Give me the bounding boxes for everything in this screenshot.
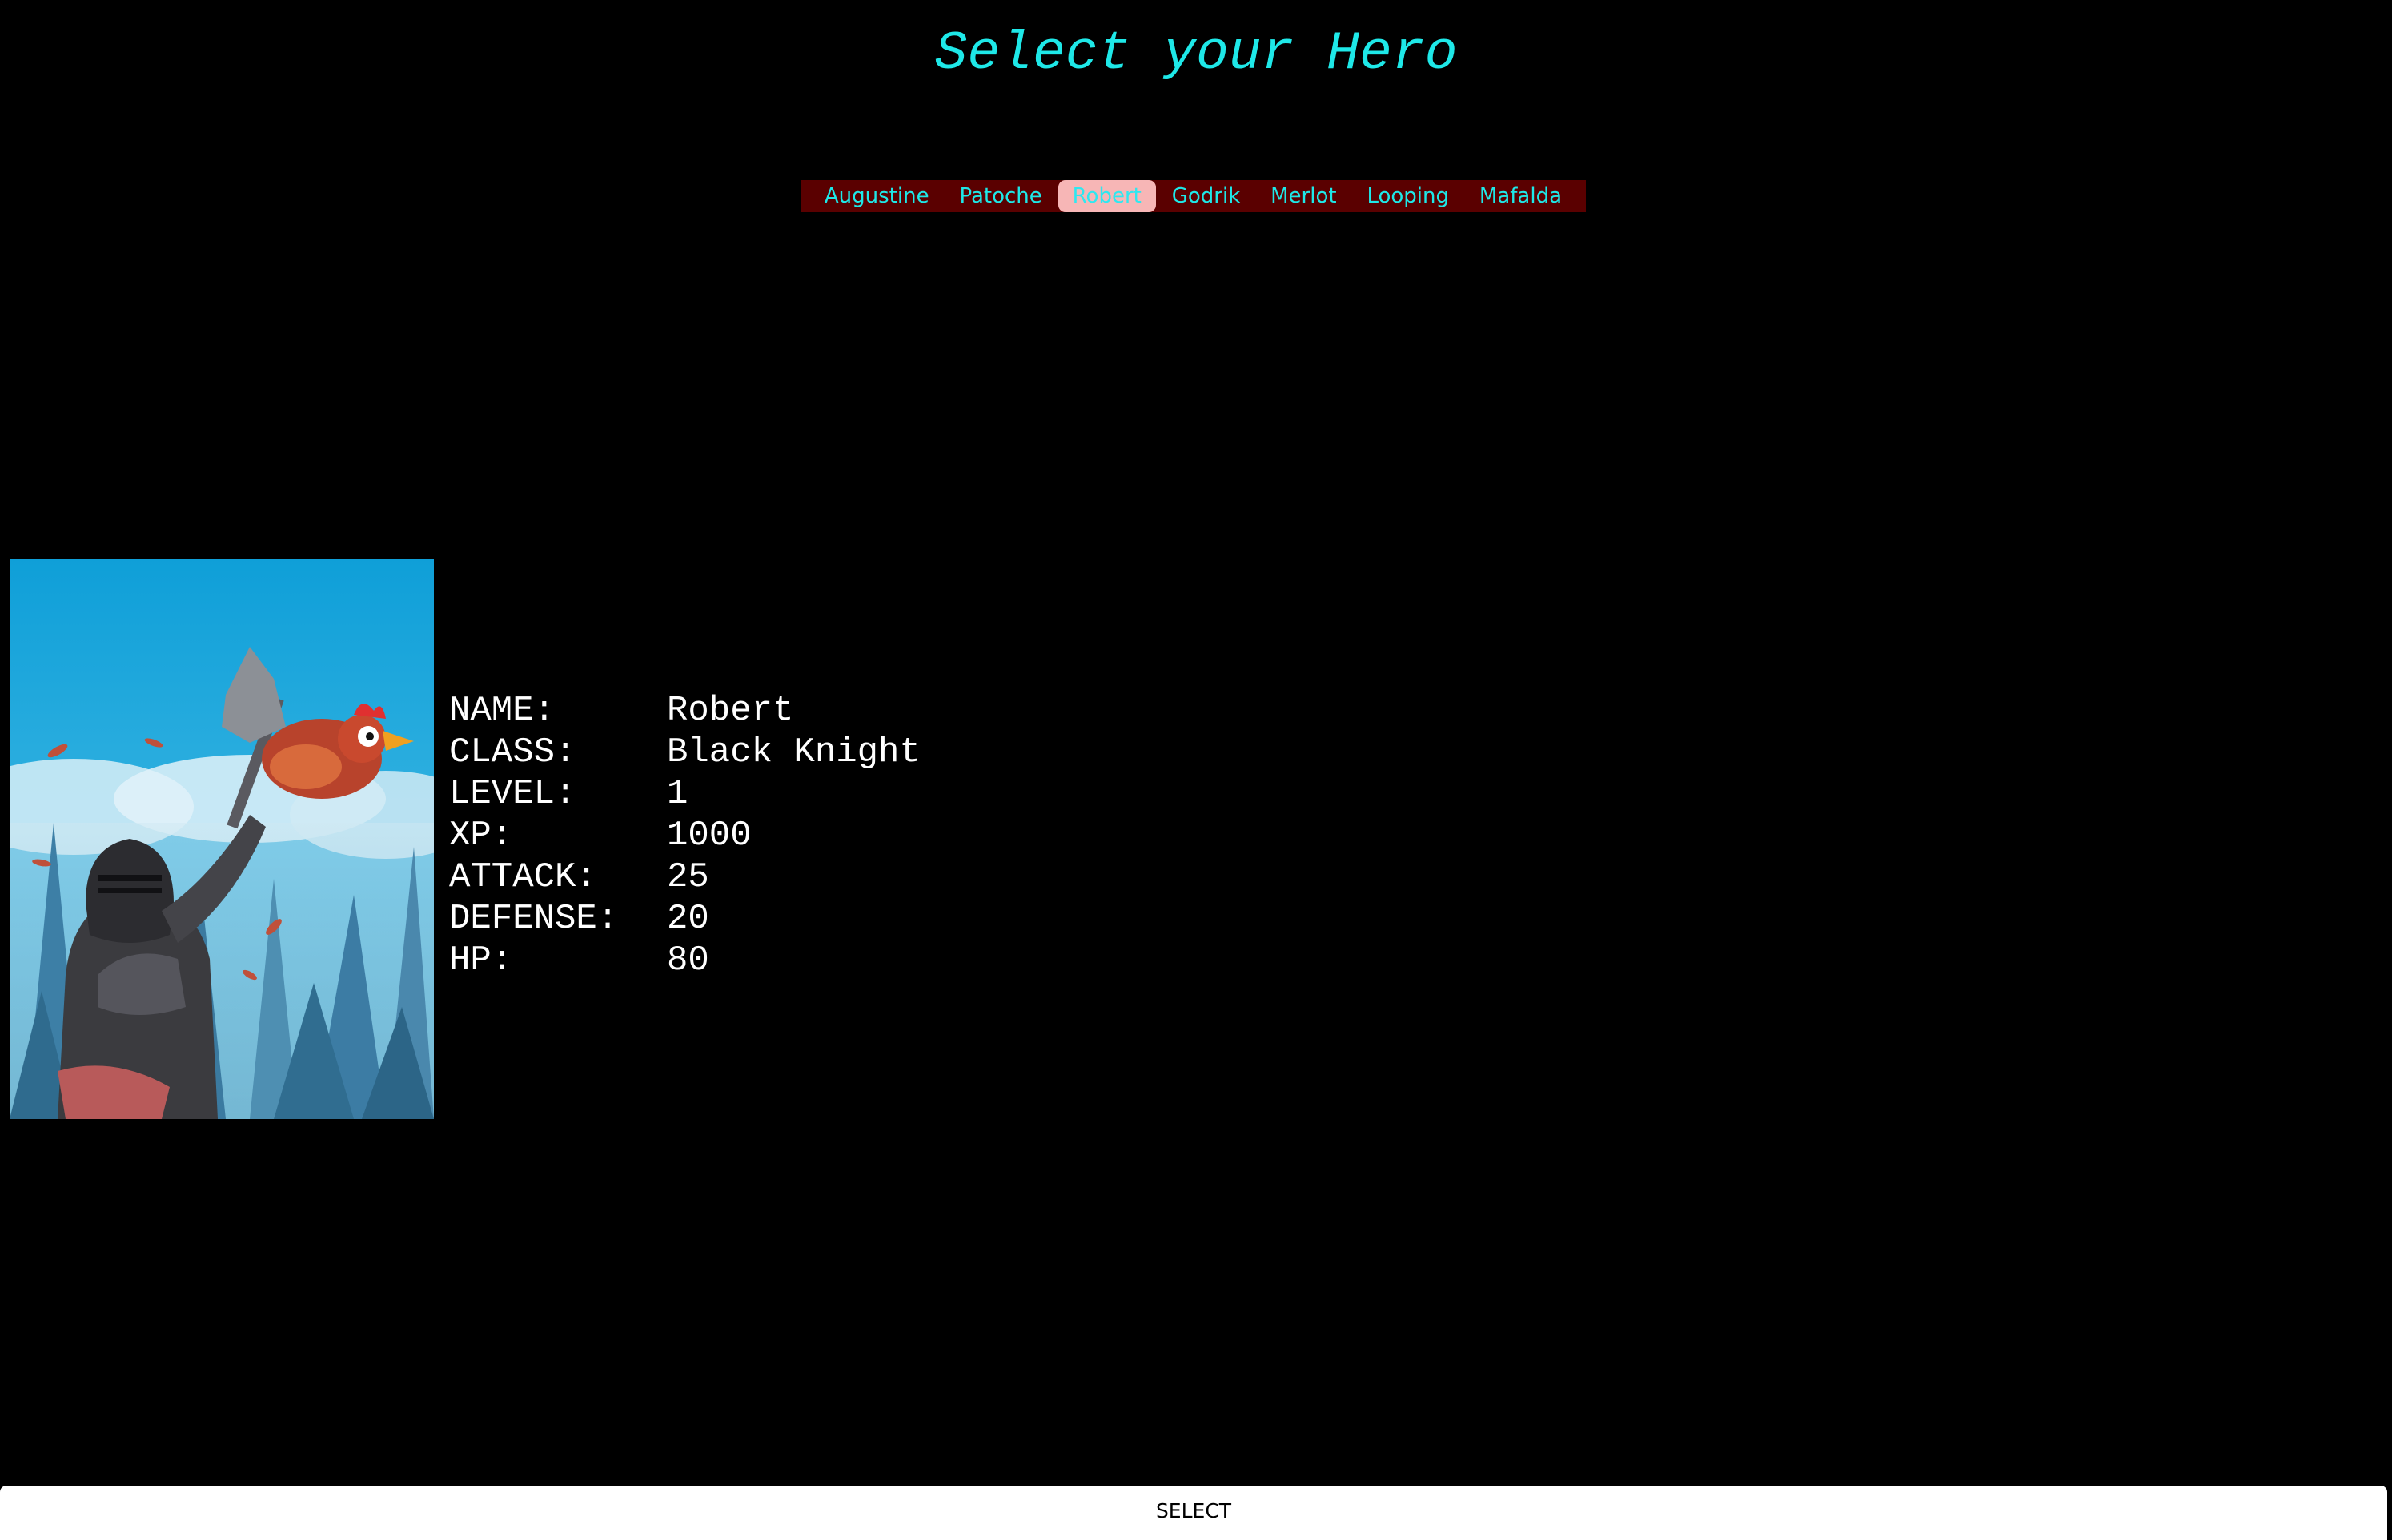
stat-label: LEVEL:: [449, 774, 576, 814]
stat-row-name: NAME: Robert: [449, 690, 921, 732]
stat-row-class: CLASS: Black Knight: [449, 732, 921, 773]
tab-augustine[interactable]: Augustine: [810, 180, 944, 212]
select-button[interactable]: SELECT: [0, 1486, 2387, 1540]
stat-row-hp: HP: 80: [449, 940, 921, 981]
stat-value: 1000: [667, 816, 752, 856]
stat-value: Black Knight: [667, 732, 921, 772]
hero-portrait-illustration: [10, 559, 434, 1119]
tab-mafalda[interactable]: Mafalda: [1465, 180, 1576, 212]
stat-row-defense: DEFENSE: 20: [449, 898, 921, 940]
stat-value: 25: [667, 857, 709, 897]
stat-row-attack: ATTACK: 25: [449, 856, 921, 898]
hero-tab-bar: Augustine Patoche Robert Godrik Merlot L…: [801, 180, 1586, 212]
stat-value: Robert: [667, 691, 794, 731]
tab-patoche[interactable]: Patoche: [945, 180, 1056, 212]
stat-row-level: LEVEL: 1: [449, 773, 921, 815]
stat-label: XP:: [449, 816, 513, 856]
stat-value: 20: [667, 899, 709, 939]
hero-stats: NAME: Robert CLASS: Black Knight LEVEL: 1 X…: [449, 690, 921, 981]
tab-robert[interactable]: Robert: [1058, 180, 1156, 212]
stat-row-xp: XP: 1000: [449, 815, 921, 856]
stat-value: 1: [667, 774, 688, 814]
stat-label: NAME:: [449, 691, 556, 731]
hero-portrait: [10, 559, 434, 1119]
tab-looping[interactable]: Looping: [1352, 180, 1463, 212]
tab-merlot[interactable]: Merlot: [1256, 180, 1351, 212]
tab-godrik[interactable]: Godrik: [1158, 180, 1255, 212]
stat-label: HP:: [449, 940, 513, 981]
page-title: Select your Hero: [934, 23, 1458, 85]
stat-value: 80: [667, 940, 709, 981]
stat-label: CLASS:: [449, 732, 576, 772]
stat-label: ATTACK:: [449, 857, 597, 897]
stat-label: DEFENSE:: [449, 899, 619, 939]
